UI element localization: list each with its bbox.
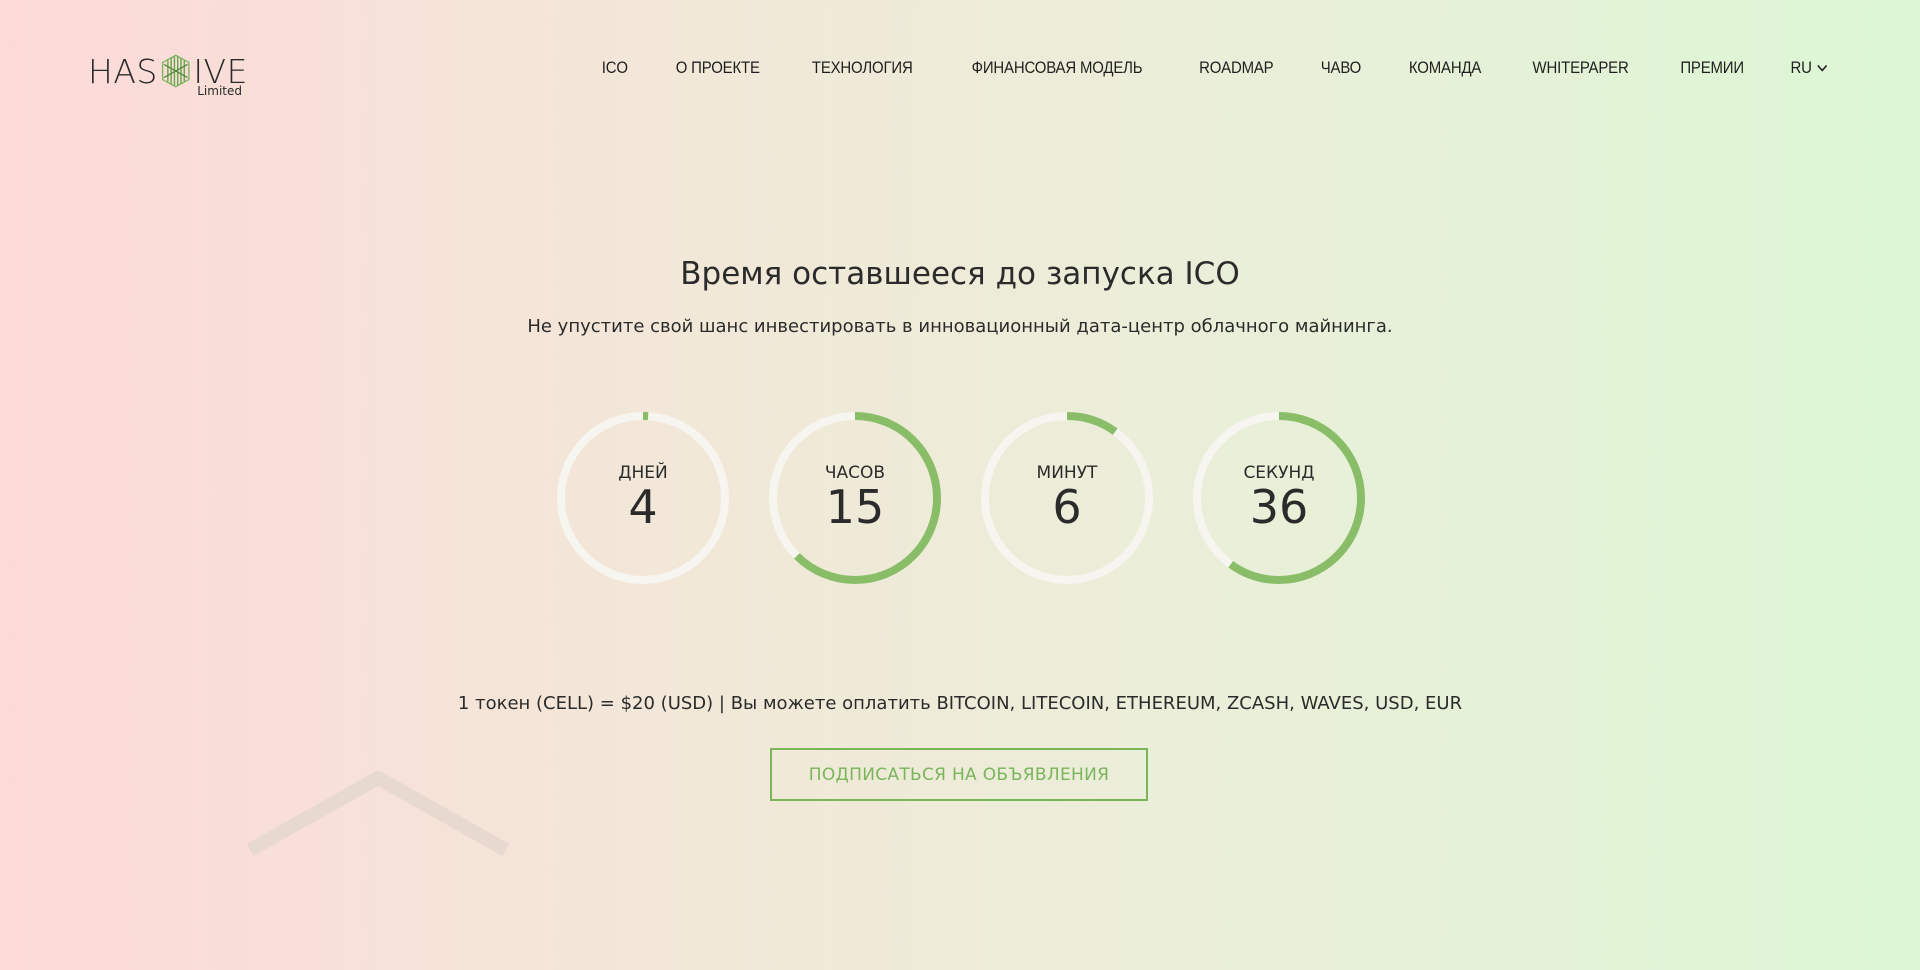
- nav-item-whitepaper[interactable]: WHITEPAPER: [1533, 58, 1629, 78]
- countdown-hours: ЧАСОВ 15: [767, 410, 943, 586]
- minutes-value: 6: [1052, 480, 1082, 534]
- days-value: 4: [628, 480, 658, 534]
- brand-name-left: HAS: [88, 51, 158, 91]
- countdown-timer: ДНЕЙ 4 ЧАСОВ 15 МИНУТ 6 СЕКУНД 36: [555, 410, 1365, 586]
- nav-item-technology[interactable]: ТЕХНОЛОГИЯ: [812, 58, 913, 78]
- chevron-down-icon: [1817, 64, 1828, 72]
- countdown-minutes: МИНУТ 6: [979, 410, 1155, 586]
- main-navigation: ICO О ПРОЕКТЕ ТЕХНОЛОГИЯ ФИНАНСОВАЯ МОДЕ…: [560, 58, 1830, 78]
- nav-item-about[interactable]: О ПРОЕКТЕ: [675, 58, 759, 78]
- seconds-value: 36: [1249, 480, 1309, 534]
- brand-logo[interactable]: HAS IVE Limited: [88, 44, 248, 99]
- nav-item-awards[interactable]: ПРЕМИИ: [1680, 58, 1744, 78]
- hive-logo-icon: [161, 54, 190, 88]
- brand-name-right: IVE: [193, 51, 248, 91]
- nav-item-financial-model[interactable]: ФИНАНСОВАЯ МОДЕЛЬ: [971, 58, 1142, 78]
- site-header: HAS IVE Limited ICO О ПРОЕКТЕ ТЕХНОЛОГИЯ…: [0, 0, 1920, 140]
- countdown-title: Время оставшееся до запуска ICO: [680, 255, 1240, 292]
- nav-item-faq[interactable]: ЧАВО: [1321, 58, 1362, 78]
- hours-value: 15: [825, 480, 885, 534]
- background-hexagon-decoration: [246, 771, 510, 857]
- nav-item-ico[interactable]: ICO: [602, 58, 628, 78]
- brand-subtitle: Limited: [197, 84, 242, 98]
- token-price-info: 1 токен (CELL) = $20 (USD) | Вы можете о…: [457, 693, 1463, 714]
- countdown-subtitle: Не упустите свой шанс инвестировать в ин…: [527, 316, 1393, 337]
- nav-item-roadmap[interactable]: ROADMAP: [1199, 58, 1274, 78]
- countdown-days: ДНЕЙ 4: [555, 410, 731, 586]
- language-selector[interactable]: RU: [1790, 58, 1828, 78]
- subscribe-button[interactable]: ПОДПИСАТЬСЯ НА ОБЪЯВЛЕНИЯ: [770, 748, 1148, 801]
- countdown-seconds: СЕКУНД 36: [1191, 410, 1367, 586]
- language-label: RU: [1790, 58, 1812, 77]
- nav-item-team[interactable]: КОМАНДА: [1409, 58, 1481, 78]
